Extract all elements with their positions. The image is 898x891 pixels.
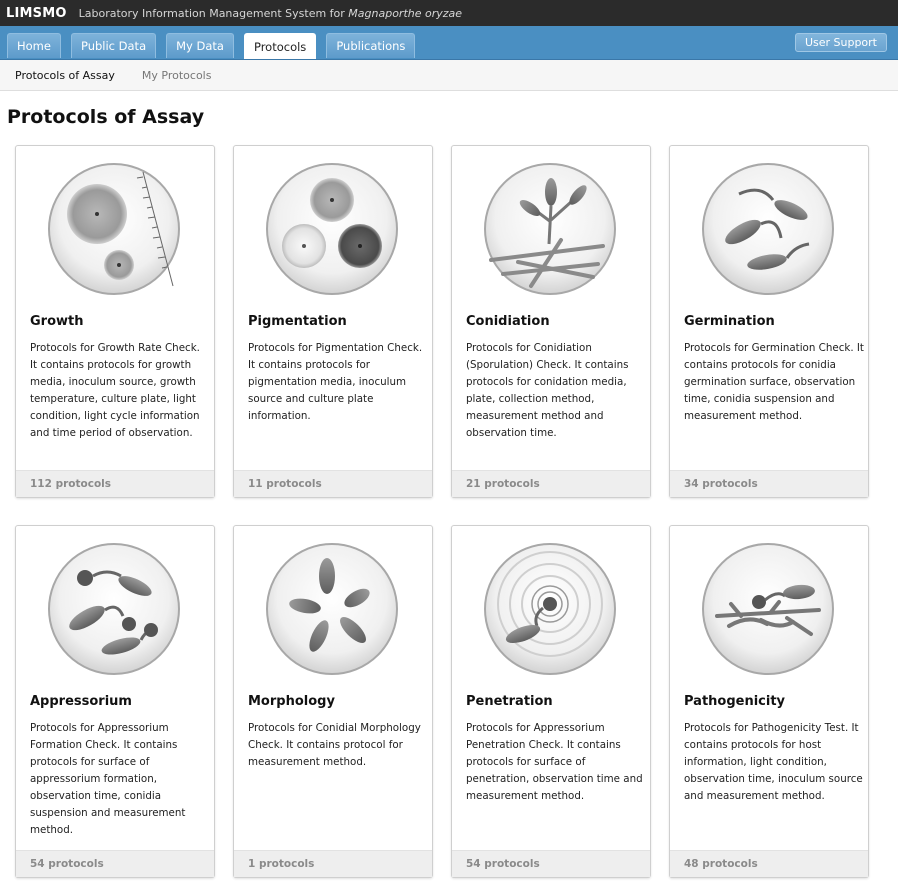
card-protocol-count: 48 protocols <box>670 850 868 877</box>
growth-plate-icon <box>48 163 180 295</box>
sub-nav: Protocols of Assay My Protocols <box>0 60 898 91</box>
pigmentation-plate-icon <box>266 163 398 295</box>
appressorium-icon <box>48 543 180 675</box>
main-nav: Home Public Data My Data Protocols Publi… <box>0 26 898 60</box>
app-subtitle: Laboratory Information Management System… <box>79 7 462 20</box>
card-description: Protocols for Appressorium Penetration C… <box>466 722 643 802</box>
user-support-button[interactable]: User Support <box>794 33 887 52</box>
card-title[interactable]: Penetration <box>466 694 553 709</box>
conidiation-icon <box>484 163 616 295</box>
card-description: Protocols for Growth Rate Check. It cont… <box>30 342 200 439</box>
card-title[interactable]: Pathogenicity <box>684 694 785 709</box>
tab-home[interactable]: Home <box>7 33 61 58</box>
card-protocol-count: 34 protocols <box>670 470 868 497</box>
germination-icon <box>702 163 834 295</box>
tab-protocols[interactable]: Protocols <box>243 33 317 59</box>
tab-publications[interactable]: Publications <box>326 33 416 58</box>
card-growth[interactable]: Growth Protocols for Growth Rate Check. … <box>15 145 215 498</box>
card-protocol-count: 112 protocols <box>16 470 214 497</box>
card-title[interactable]: Morphology <box>248 694 335 709</box>
card-description: Protocols for Pigmentation Check. It con… <box>248 342 423 422</box>
card-protocol-count: 21 protocols <box>452 470 650 497</box>
morphology-icon <box>266 543 398 675</box>
top-bar: LIMSMO Laboratory Information Management… <box>0 0 898 26</box>
card-description: Protocols for Germination Check. It cont… <box>684 342 864 422</box>
pathogenicity-icon <box>702 543 834 675</box>
card-protocol-count: 1 protocols <box>234 850 432 877</box>
card-title[interactable]: Germination <box>684 314 775 329</box>
app-brand[interactable]: LIMSMO <box>6 6 67 21</box>
card-appressorium[interactable]: Appressorium Protocols for Appressorium … <box>15 525 215 878</box>
card-pigmentation[interactable]: Pigmentation Protocols for Pigmentation … <box>233 145 433 498</box>
page-title: Protocols of Assay <box>7 106 205 128</box>
card-description: Protocols for Pathogenicity Test. It con… <box>684 722 863 802</box>
subnav-protocols-of-assay[interactable]: Protocols of Assay <box>15 69 115 82</box>
card-protocol-count: 54 protocols <box>16 850 214 877</box>
card-description: Protocols for Appressorium Formation Che… <box>30 722 186 836</box>
app-subtitle-prefix: Laboratory Information Management System… <box>78 6 345 20</box>
app-subtitle-species: Magnaporthe oryzae <box>348 6 463 20</box>
subnav-my-protocols[interactable]: My Protocols <box>142 69 212 82</box>
card-title[interactable]: Conidiation <box>466 314 550 329</box>
tab-my-data[interactable]: My Data <box>166 33 234 58</box>
card-description: Protocols for Conidial Morphology Check.… <box>248 722 421 768</box>
card-description: Protocols for Conidiation (Sporulation) … <box>466 342 629 439</box>
card-title[interactable]: Appressorium <box>30 694 132 709</box>
card-title[interactable]: Growth <box>30 314 84 329</box>
protocol-grid: Growth Protocols for Growth Rate Check. … <box>15 145 885 878</box>
tab-public-data[interactable]: Public Data <box>70 33 157 58</box>
penetration-icon <box>484 543 616 675</box>
card-pathogenicity[interactable]: Pathogenicity Protocols for Pathogenicit… <box>669 525 869 878</box>
card-morphology[interactable]: Morphology Protocols for Conidial Morpho… <box>233 525 433 878</box>
card-penetration[interactable]: Penetration Protocols for Appressorium P… <box>451 525 651 878</box>
card-germination[interactable]: Germination Protocols for Germination Ch… <box>669 145 869 498</box>
card-title[interactable]: Pigmentation <box>248 314 347 329</box>
card-conidiation[interactable]: Conidiation Protocols for Conidiation (S… <box>451 145 651 498</box>
card-protocol-count: 11 protocols <box>234 470 432 497</box>
card-protocol-count: 54 protocols <box>452 850 650 877</box>
